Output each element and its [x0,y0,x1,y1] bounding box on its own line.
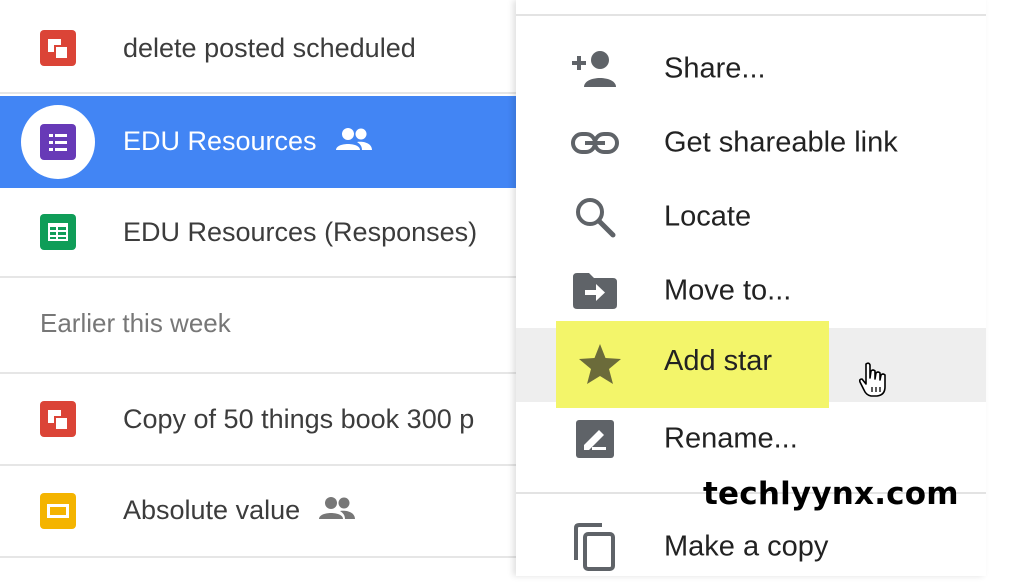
star-icon [578,343,622,390]
file-row[interactable]: delete posted scheduled [0,4,516,94]
file-row-selected[interactable]: EDU Resources [0,96,516,188]
menu-label: Get shareable link [664,126,898,159]
file-name-text: EDU Resources [123,125,317,156]
menu-label: Move to... [664,274,792,307]
menu-item-get-link[interactable]: Get shareable link [516,106,986,180]
file-name: Absolute value [123,495,516,527]
sheets-file-icon [40,214,76,250]
forms-file-icon-circle [21,105,95,179]
file-name: delete posted scheduled [123,32,416,63]
menu-label: Share... [664,52,766,85]
menu-item-share[interactable]: Share... [516,32,986,106]
shared-people-icon [335,127,373,158]
file-name-text: Absolute value [123,494,301,525]
rename-icon [570,414,620,464]
menu-item-make-copy[interactable]: Make a copy [516,510,986,584]
slides-file-icon [40,401,76,437]
file-list: delete posted scheduled EDU Resources ED… [0,0,516,576]
menu-label-add-star: Add star [664,345,772,377]
link-icon [570,118,620,168]
file-name: EDU Resources (Responses) [123,216,478,247]
section-label: Earlier this week [40,308,231,338]
menu-item-locate[interactable]: Locate [516,180,986,254]
file-row[interactable]: Copy of 50 things book 300 p [0,374,516,466]
move-to-folder-icon [570,266,620,316]
file-name: Copy of 50 things book 300 p [123,403,475,434]
forms-file-icon [40,124,76,160]
menu-label: Locate [664,200,752,233]
shared-people-icon [318,496,356,527]
menu-label: Rename... [664,422,798,455]
search-icon [570,192,620,242]
menu-label: Make a copy [664,530,829,563]
hand-pointer-cursor-icon [858,362,888,403]
file-row[interactable]: Absolute value [0,466,516,558]
file-row[interactable]: EDU Resources (Responses) [0,188,516,278]
menu-top-divider [516,14,986,16]
copy-icon [570,522,620,572]
file-name: EDU Resources [123,126,516,158]
slides-file-icon [40,30,76,66]
menu-item-move-to[interactable]: Move to... [516,254,986,328]
menu-item-rename[interactable]: Rename... [516,402,986,476]
slides-file-icon [40,493,76,529]
person-add-icon [570,44,620,94]
watermark-text: techlyynx.com [703,476,959,512]
